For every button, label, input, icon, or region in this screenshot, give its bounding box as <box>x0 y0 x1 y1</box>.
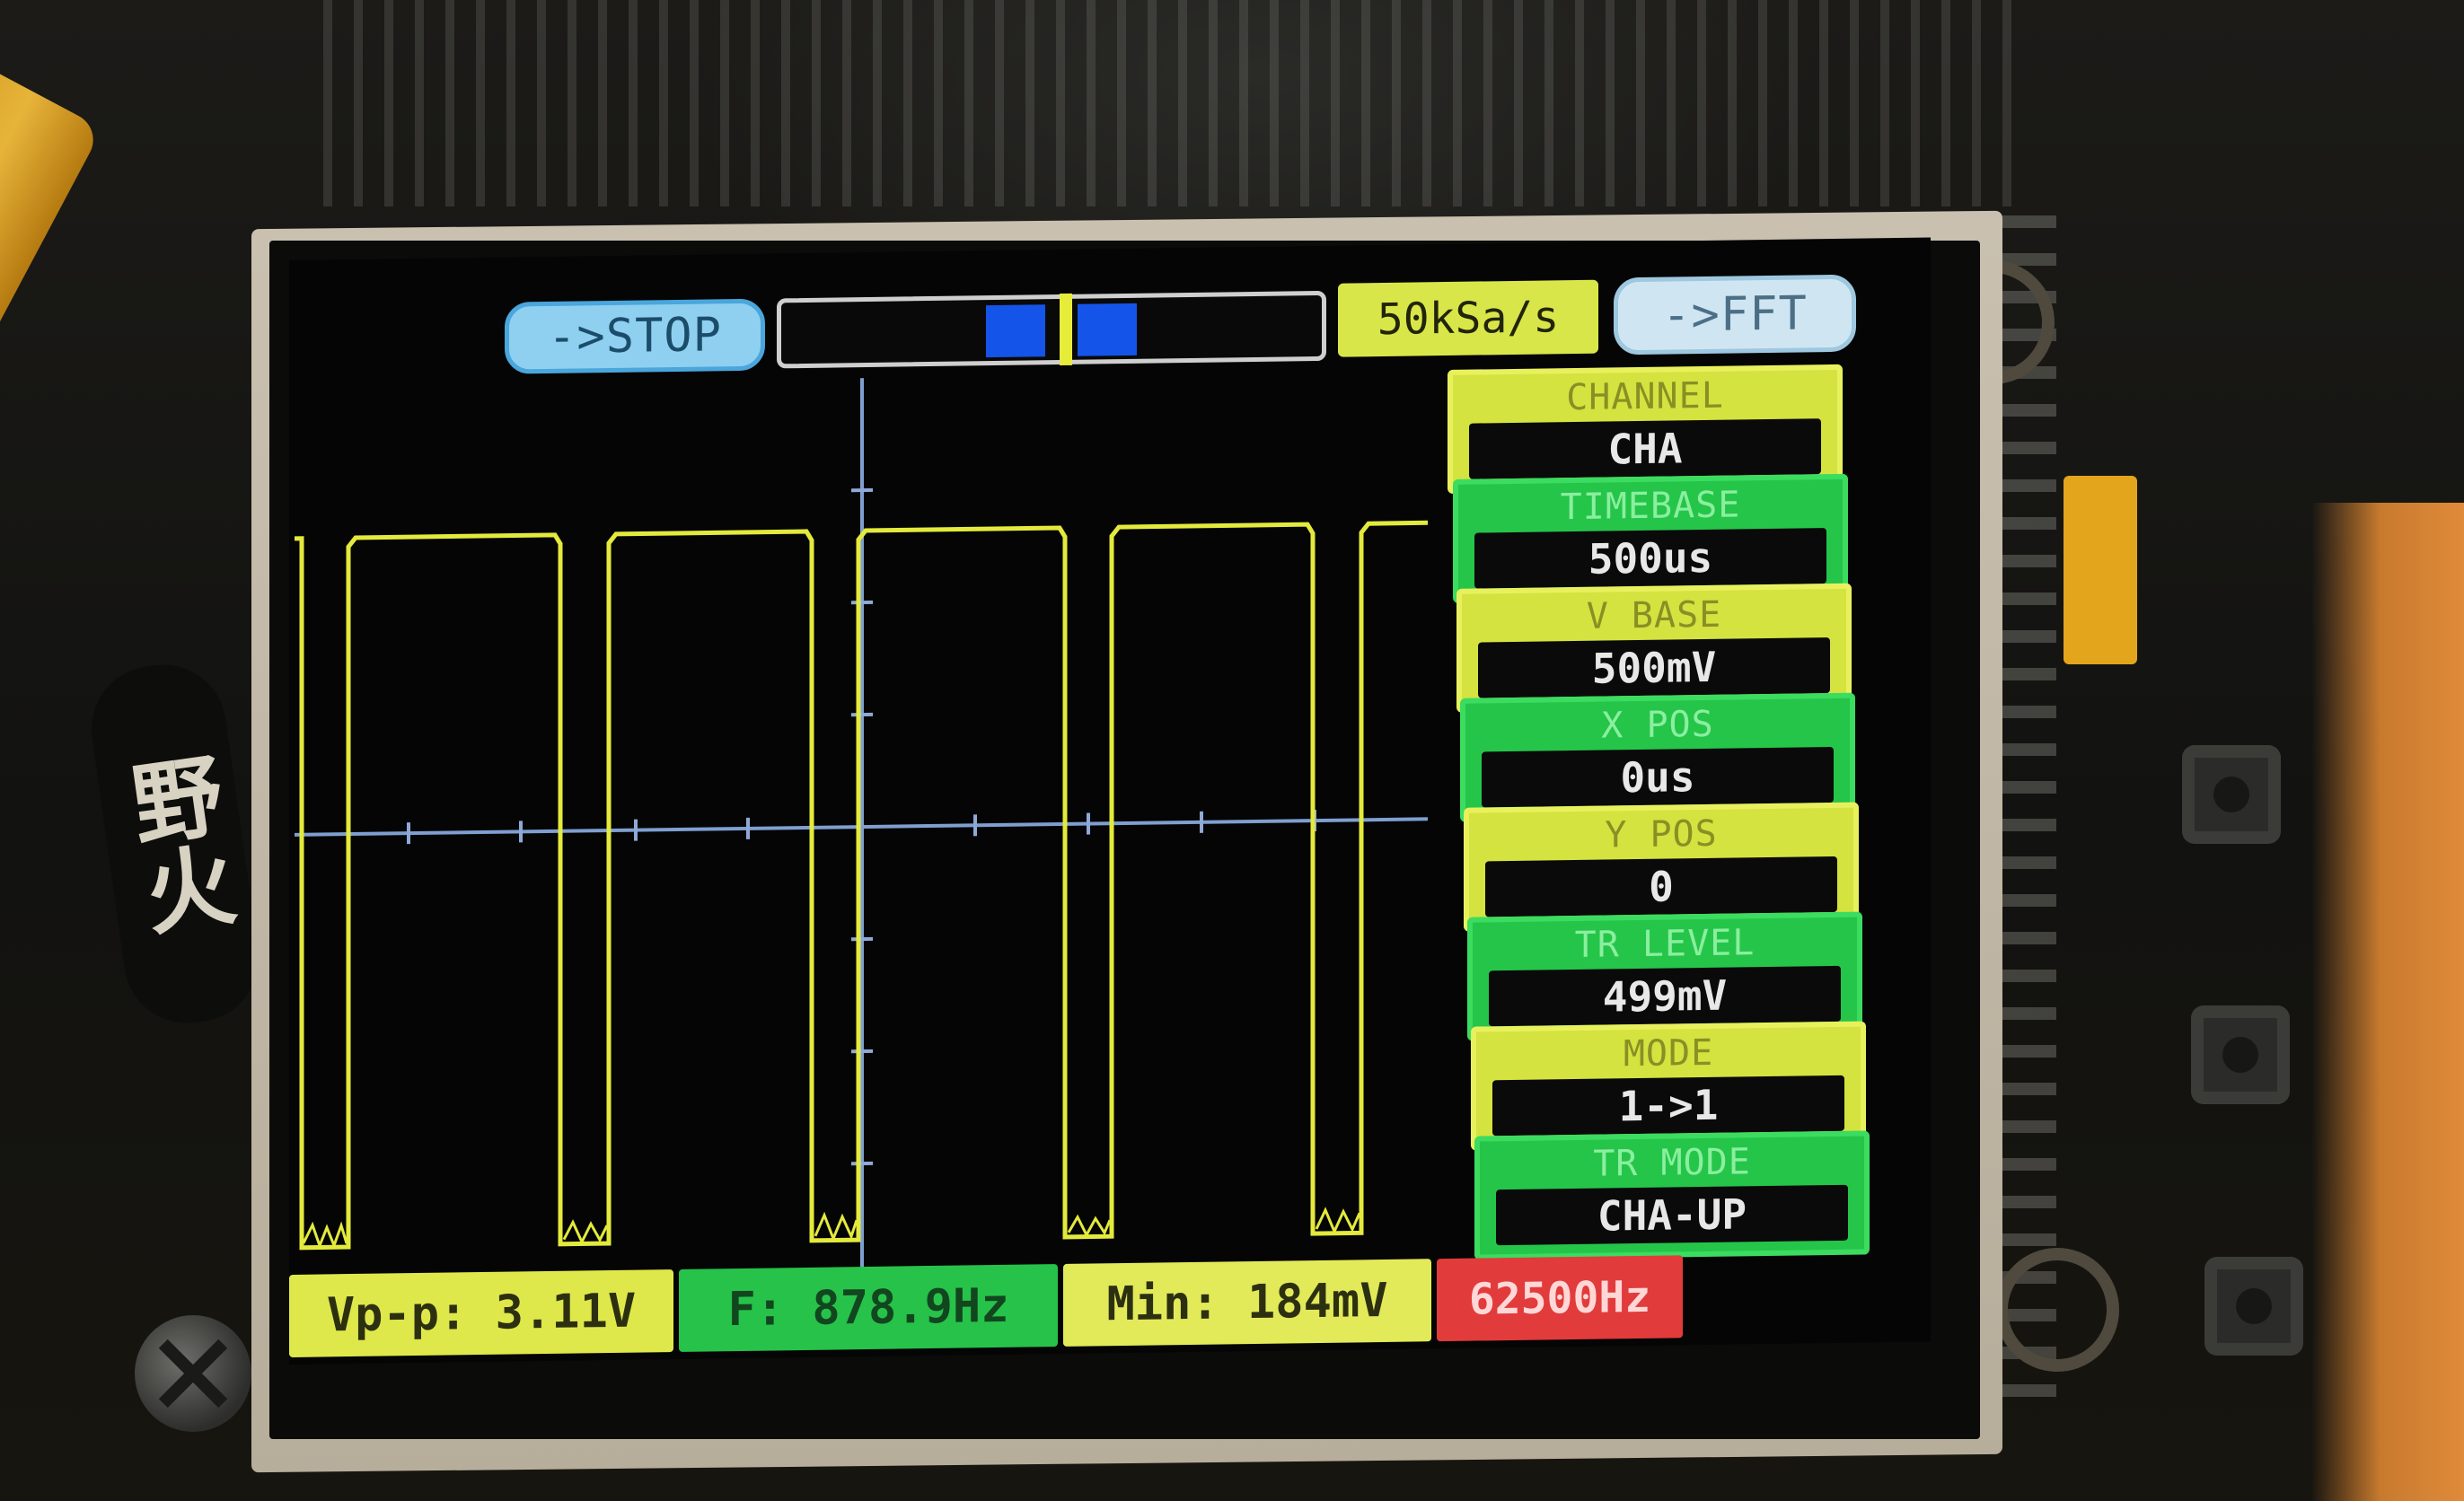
axes <box>295 378 1428 1286</box>
min-voltage-readout: Min: 184mV <box>1063 1259 1431 1347</box>
frequency-readout: F: 878.9Hz <box>679 1264 1058 1352</box>
param-y-pos-value: 0 <box>1485 856 1837 917</box>
vpp-readout: Vp-p: 3.11V <box>289 1269 673 1357</box>
sample-rate-display: 50kSa/s <box>1338 279 1598 357</box>
waveform-plot <box>295 378 1428 1286</box>
scroll-thumb-left[interactable] <box>986 304 1045 358</box>
param-x-pos-value: 0us <box>1482 746 1834 808</box>
param-v-base-title: V BASE <box>1586 593 1722 637</box>
param-tr-level-value: 499mV <box>1489 965 1841 1027</box>
frequency-counter: 62500Hz <box>1437 1255 1683 1342</box>
push-button-icon[interactable] <box>2191 1005 2290 1104</box>
screw-icon <box>135 1315 251 1432</box>
param-y-pos-title: Y POS <box>1605 812 1718 856</box>
push-button-icon[interactable] <box>2204 1257 2303 1356</box>
mounting-ring-icon <box>1995 1248 2119 1372</box>
yellow-jumper <box>2064 476 2137 664</box>
param-timebase-title: TIMEBASE <box>1560 484 1741 529</box>
parameter-panel: CHANNEL CHA TIMEBASE 500us V BASE 500mV … <box>1448 364 1879 1260</box>
param-timebase-value: 500us <box>1474 528 1826 589</box>
fft-button[interactable]: ->FFT <box>1614 274 1856 356</box>
trigger-position-marker <box>1060 293 1072 366</box>
stop-button[interactable]: ->STOP <box>505 298 765 374</box>
param-v-base-value: 500mV <box>1478 637 1830 698</box>
param-channel-title: CHANNEL <box>1566 374 1724 419</box>
param-tr-mode-value: CHA-UP <box>1496 1184 1848 1246</box>
scroll-thumb-right[interactable] <box>1078 303 1137 356</box>
waveform-scrollbar[interactable] <box>777 290 1326 369</box>
pin-header-row <box>323 0 2029 206</box>
param-mode-title: MODE <box>1623 1031 1714 1075</box>
param-mode-value: 1->1 <box>1492 1075 1844 1137</box>
param-channel-value: CHA <box>1469 418 1821 479</box>
param-tr-mode-title: TR MODE <box>1593 1141 1751 1185</box>
push-button-icon[interactable] <box>2182 745 2281 844</box>
param-x-pos-title: X POS <box>1601 703 1714 747</box>
param-tr-level-title: TR LEVEL <box>1574 922 1756 967</box>
hand-edge <box>2311 503 2464 1501</box>
param-tr-mode[interactable]: TR MODE CHA-UP <box>1474 1130 1870 1260</box>
oscilloscope-screen: ->STOP 50kSa/s ->FFT CHANNEL CHA TIMEBAS… <box>289 237 1931 1365</box>
